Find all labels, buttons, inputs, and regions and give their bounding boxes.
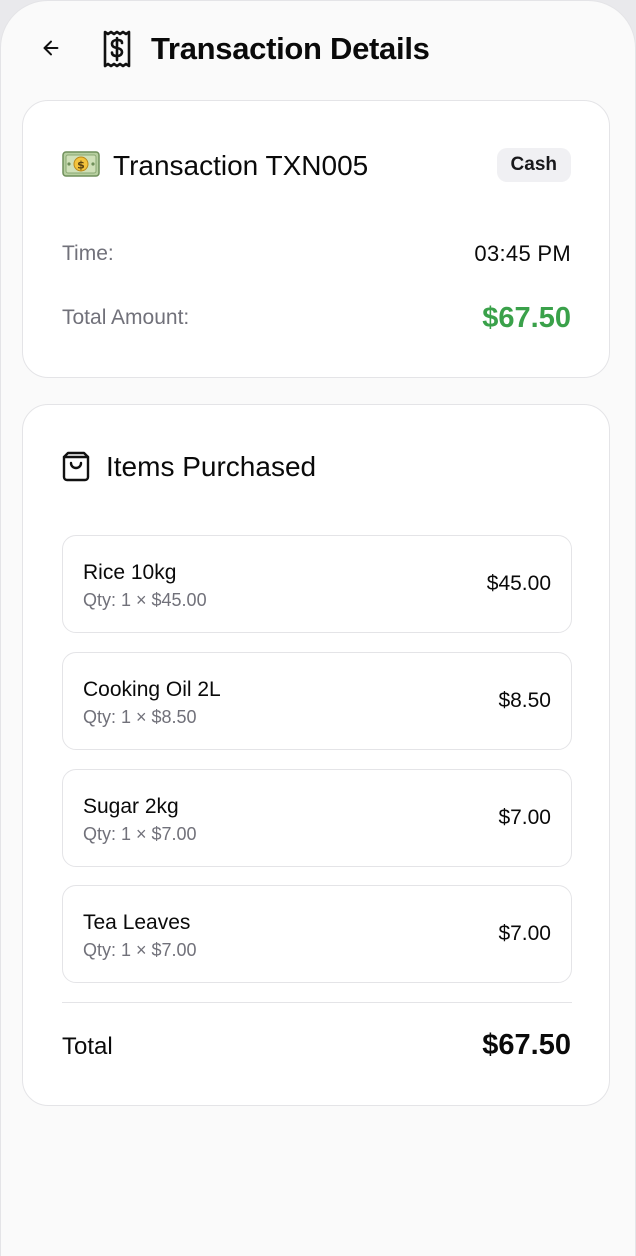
items-purchased-card: Items Purchased Rice 10kg Qty: 1 × $45.0… xyxy=(22,404,610,1106)
page-title: Transaction Details xyxy=(151,31,430,66)
item-name: Tea Leaves xyxy=(83,911,191,934)
total-amount-label: Total Amount: xyxy=(62,306,190,329)
total-label: Total xyxy=(62,1033,113,1060)
payment-method-badge: Cash xyxy=(496,148,571,182)
arrow-left-icon xyxy=(43,40,59,56)
back-button[interactable] xyxy=(34,31,68,65)
item-quantity: Qty: 1 × $8.50 xyxy=(83,707,197,727)
list-item[interactable]: Cooking Oil 2L Qty: 1 × $8.50 $8.50 xyxy=(62,652,572,750)
receipt-dollar-icon xyxy=(103,30,131,68)
transaction-title: Transaction TXN005 xyxy=(113,150,369,181)
item-price: $45.00 xyxy=(486,572,551,595)
app-screen: Transaction Details $ Transaction TXN005… xyxy=(0,0,636,1256)
item-price: $7.00 xyxy=(498,806,551,829)
list-item[interactable]: Tea Leaves Qty: 1 × $7.00 $7.00 xyxy=(62,885,572,983)
list-item[interactable]: Rice 10kg Qty: 1 × $45.00 $45.00 xyxy=(62,535,572,633)
transaction-summary-card: $ Transaction TXN005 Cash Time: 03:45 PM… xyxy=(22,100,610,378)
money-banknote-icon: $ xyxy=(62,151,100,177)
time-label: Time: xyxy=(62,242,114,265)
item-price: $7.00 xyxy=(498,922,551,945)
list-item[interactable]: Sugar 2kg Qty: 1 × $7.00 $7.00 xyxy=(62,769,572,867)
item-name: Cooking Oil 2L xyxy=(83,678,221,701)
header: Transaction Details xyxy=(1,1,635,97)
total-amount-value: $67.50 xyxy=(482,302,571,334)
item-quantity: Qty: 1 × $45.00 xyxy=(83,590,207,610)
item-price: $8.50 xyxy=(498,689,551,712)
time-value: 03:45 PM xyxy=(474,241,571,266)
item-name: Sugar 2kg xyxy=(83,795,179,818)
item-quantity: Qty: 1 × $7.00 xyxy=(83,940,197,960)
items-section-title: Items Purchased xyxy=(106,451,317,482)
svg-text:$: $ xyxy=(77,159,85,172)
shopping-bag-icon xyxy=(62,451,90,482)
divider xyxy=(62,1002,572,1003)
item-name: Rice 10kg xyxy=(83,561,177,584)
total-value: $67.50 xyxy=(482,1029,571,1061)
item-quantity: Qty: 1 × $7.00 xyxy=(83,824,197,844)
